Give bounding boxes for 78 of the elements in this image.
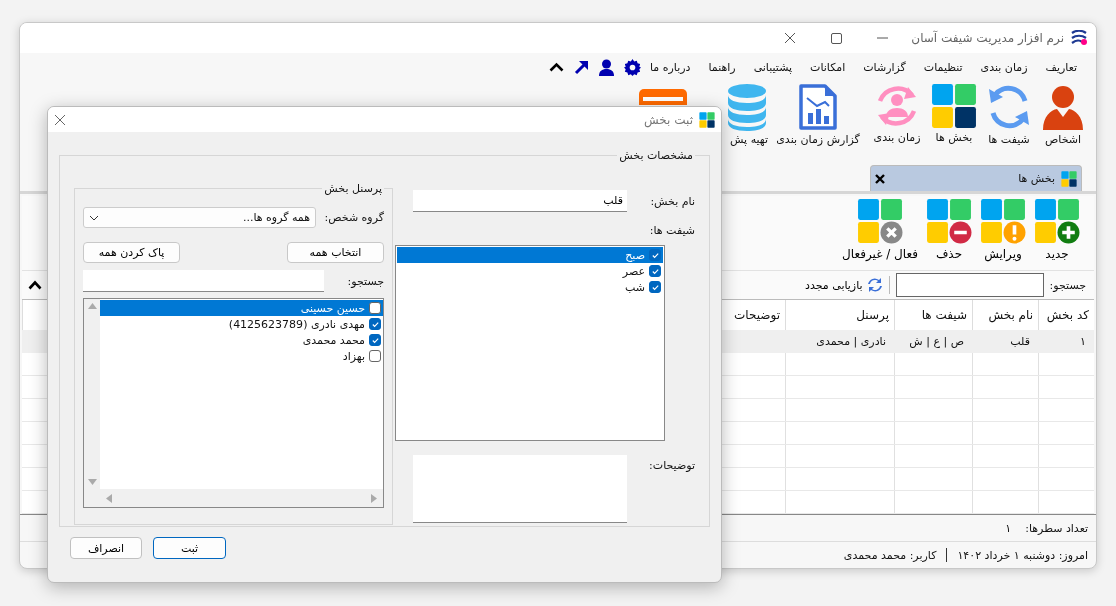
field-label: گروه شخص: bbox=[324, 211, 384, 224]
ribbon-button-label[interactable]: بخش ها bbox=[935, 131, 973, 144]
window-title: نرم افزار مدیریت شیفت آسان bbox=[911, 31, 1064, 45]
menu-item[interactable]: پشتیبانی bbox=[744, 60, 802, 74]
four-squares-icon bbox=[699, 111, 715, 128]
four-squares-icon bbox=[931, 83, 977, 129]
ribbon-button-label[interactable]: زمان بندی bbox=[873, 131, 921, 144]
user-icon[interactable] bbox=[598, 58, 614, 76]
person-icon bbox=[1041, 83, 1085, 131]
search-field[interactable] bbox=[895, 273, 1044, 297]
database-icon bbox=[726, 83, 768, 131]
card-icon bbox=[639, 89, 687, 105]
dialog-button[interactable]: ثبت bbox=[153, 537, 226, 559]
chevron-down-icon bbox=[89, 214, 99, 221]
dialog-title: ثبت بخش bbox=[644, 112, 693, 127]
toolbar-button[interactable]: فعال / غیرفعال bbox=[838, 198, 922, 261]
chevron-up-icon[interactable] bbox=[28, 280, 42, 290]
table-cell-text: ص | ع | ش bbox=[908, 334, 965, 350]
ribbon-button-label[interactable]: اشخاص bbox=[1045, 133, 1081, 146]
field-label: جستجو: bbox=[346, 274, 384, 288]
field-label: توضیحات: bbox=[648, 459, 695, 472]
list-item[interactable]: صبح bbox=[397, 247, 663, 263]
row-count-label: تعداد سطرها: bbox=[1025, 521, 1088, 535]
row-count-value: ۱ bbox=[1005, 521, 1012, 535]
list-item[interactable]: مهدی نادری (4125623789) bbox=[100, 316, 383, 332]
list-item[interactable]: شب bbox=[397, 279, 663, 295]
diagonal-arrow-icon[interactable] bbox=[573, 59, 589, 75]
group-title: مشخصات بخش bbox=[618, 149, 694, 162]
list-item[interactable]: محمد محمدی bbox=[100, 332, 383, 348]
group-dropdown[interactable]: همه گروه ها... bbox=[83, 207, 316, 228]
checkbox[interactable] bbox=[369, 302, 381, 314]
chevron-up-icon[interactable] bbox=[548, 62, 564, 72]
refresh-icon bbox=[866, 277, 883, 293]
notes-field[interactable] bbox=[413, 455, 627, 523]
refresh-button[interactable]: بازیابی مجدد bbox=[805, 277, 883, 293]
checkbox[interactable] bbox=[649, 281, 661, 293]
toolbar-button[interactable]: جدید bbox=[1030, 198, 1084, 261]
app-logo-icon bbox=[1070, 30, 1088, 46]
chart-document-icon bbox=[798, 83, 838, 131]
search-field[interactable] bbox=[83, 270, 324, 292]
close-icon[interactable] bbox=[54, 113, 66, 126]
checkbox[interactable] bbox=[369, 350, 381, 362]
tab[interactable]: بخش ها bbox=[870, 165, 1082, 191]
field-label: نام بخش: bbox=[649, 194, 695, 208]
group-title: پرسنل بخش bbox=[323, 182, 383, 195]
table-cell-text: نادری | محمدی bbox=[815, 334, 887, 350]
name-field[interactable]: قلب bbox=[413, 190, 627, 212]
checkbox[interactable] bbox=[369, 334, 381, 346]
menu-item[interactable]: تنظیمات bbox=[914, 60, 972, 74]
date-text: امروز: دوشنبه ۱ خرداد ۱۴۰۲ bbox=[957, 548, 1088, 562]
settings-icon[interactable] bbox=[623, 58, 641, 76]
dialog-button[interactable]: انصراف bbox=[70, 537, 142, 559]
list-item[interactable]: حسین حسینی bbox=[100, 300, 383, 316]
menu-item[interactable]: راهنما bbox=[699, 60, 745, 74]
ribbon-button-label[interactable]: تهیه پش bbox=[730, 133, 768, 146]
toolbar-button[interactable]: حذف bbox=[922, 198, 976, 261]
menu-item[interactable]: امکانات bbox=[801, 60, 855, 74]
menu-item[interactable]: زمان بندی bbox=[971, 60, 1037, 74]
ribbon-button-label[interactable]: گزارش زمان بندی bbox=[776, 133, 860, 146]
table-cell-text: ۱ bbox=[1079, 334, 1087, 350]
field-label: شیفت ها: bbox=[648, 224, 695, 237]
checkbox[interactable] bbox=[369, 318, 381, 330]
four-squares-icon bbox=[1061, 170, 1077, 187]
user-text: کاربر: محمد محمدی bbox=[843, 548, 937, 562]
search-label: جستجو: bbox=[1049, 278, 1086, 292]
select-all-button[interactable]: انتخاب همه bbox=[287, 242, 384, 263]
clear-all-button[interactable]: پاک کردن همه bbox=[83, 242, 180, 263]
list-item[interactable]: عصر bbox=[397, 263, 663, 279]
menu-item[interactable]: گزارشات bbox=[854, 60, 915, 74]
menu-item[interactable]: تعاریف bbox=[1036, 60, 1086, 74]
list-item[interactable]: بهزاد bbox=[100, 348, 383, 364]
toolbar-button[interactable]: ویرایش bbox=[976, 198, 1030, 261]
menu-item[interactable]: درباره ما bbox=[640, 60, 700, 74]
ribbon-button-label[interactable]: شیفت ها bbox=[988, 133, 1030, 146]
checkbox[interactable] bbox=[649, 249, 661, 261]
close-icon[interactable] bbox=[875, 173, 885, 184]
checkbox[interactable] bbox=[649, 265, 661, 277]
table-cell-text: قلب bbox=[1009, 334, 1031, 350]
